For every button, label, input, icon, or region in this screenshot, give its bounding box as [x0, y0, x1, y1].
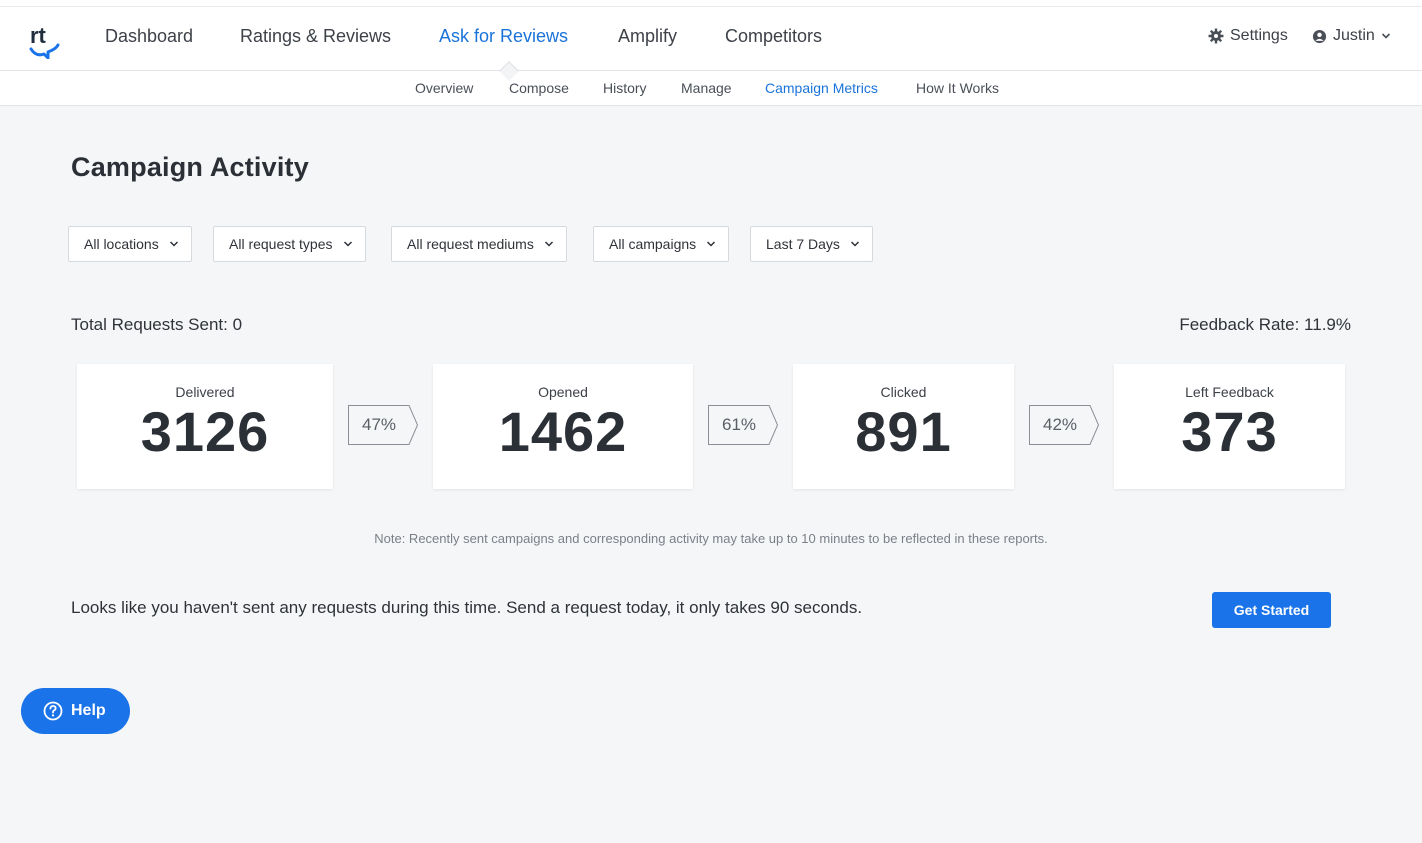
subnav-overview[interactable]: Overview — [415, 80, 473, 96]
conversion-rate: 61% — [721, 415, 757, 434]
subnav-history[interactable]: History — [603, 80, 647, 96]
top-navigation: rt Dashboard Ratings & Reviews Ask for R… — [0, 7, 1422, 71]
help-label: Help — [71, 702, 106, 719]
reporting-delay-note: Note: Recently sent campaigns and corres… — [374, 531, 1048, 546]
nav-amplify[interactable]: Amplify — [618, 26, 677, 47]
filter-request-mediums-label: All request mediums — [407, 236, 534, 252]
metric-card-opened: Opened 1462 — [433, 364, 693, 489]
nav-ask-for-reviews[interactable]: Ask for Reviews — [439, 26, 568, 47]
filter-campaigns[interactable]: All campaigns — [593, 226, 730, 262]
question-circle-icon — [43, 701, 63, 721]
metric-label: Clicked — [880, 384, 927, 400]
metric-value: 891 — [855, 400, 952, 463]
conversion-arrow-opened-clicked: 61% — [708, 405, 780, 445]
settings-link[interactable]: Settings — [1208, 27, 1288, 45]
chevron-down-icon — [1381, 33, 1390, 39]
app-frame: rt Dashboard Ratings & Reviews Ask for R… — [0, 6, 1422, 843]
sub-navigation: Overview Compose History Manage Campaign… — [0, 61, 1422, 106]
conversion-rate: 47% — [361, 415, 397, 434]
subnav-campaign-metrics[interactable]: Campaign Metrics — [765, 80, 878, 96]
subnav-compose[interactable]: Compose — [509, 80, 569, 96]
subnav-how-it-works[interactable]: How It Works — [916, 80, 999, 96]
get-started-button[interactable]: Get Started — [1212, 592, 1331, 628]
metric-value: 3126 — [140, 400, 270, 463]
filter-locations[interactable]: All locations — [68, 226, 192, 262]
chevron-down-icon — [343, 241, 352, 247]
filter-campaigns-label: All campaigns — [609, 236, 697, 252]
metric-card-left-feedback: Left Feedback 373 — [1114, 364, 1345, 489]
filter-request-types[interactable]: All request types — [213, 226, 366, 262]
rt-logo-icon[interactable]: rt — [28, 21, 62, 59]
user-avatar-icon — [1312, 29, 1327, 43]
filter-locations-label: All locations — [84, 236, 159, 252]
gear-icon — [1208, 28, 1224, 44]
metric-label: Left Feedback — [1185, 384, 1274, 400]
total-requests-sent: Total Requests Sent: 0 — [71, 315, 243, 334]
feedback-rate: Feedback Rate: 11.9% — [1179, 315, 1351, 334]
page-title: Campaign Activity — [71, 152, 309, 182]
nav-competitors[interactable]: Competitors — [725, 26, 822, 47]
chevron-down-icon — [544, 241, 553, 247]
filter-request-mediums[interactable]: All request mediums — [391, 226, 567, 262]
chevron-down-icon — [850, 241, 859, 247]
filter-date-range[interactable]: Last 7 Days — [750, 226, 873, 262]
help-button[interactable]: Help — [21, 688, 130, 734]
chevron-down-icon — [169, 241, 178, 247]
chevron-down-icon — [707, 241, 716, 247]
metric-label: Opened — [538, 384, 588, 400]
nav-dashboard[interactable]: Dashboard — [105, 26, 193, 47]
metric-label: Delivered — [175, 384, 235, 400]
filter-date-range-label: Last 7 Days — [766, 236, 840, 252]
empty-state-message: Looks like you haven't sent any requests… — [71, 598, 863, 617]
nav-ratings-reviews[interactable]: Ratings & Reviews — [240, 26, 391, 47]
settings-label: Settings — [1230, 27, 1288, 44]
subnav-manage[interactable]: Manage — [681, 80, 732, 96]
conversion-arrow-clicked-feedback: 42% — [1029, 405, 1101, 445]
svg-text:rt: rt — [30, 23, 47, 48]
metric-value: 373 — [1181, 400, 1278, 463]
conversion-rate: 42% — [1042, 415, 1078, 434]
user-name: Justin — [1333, 27, 1375, 44]
user-menu[interactable]: Justin — [1312, 27, 1391, 45]
metric-card-clicked: Clicked 891 — [793, 364, 1014, 489]
conversion-arrow-delivered-opened: 47% — [348, 405, 420, 445]
filter-request-types-label: All request types — [229, 236, 333, 252]
metric-value: 1462 — [498, 400, 628, 463]
metric-card-delivered: Delivered 3126 — [77, 364, 333, 489]
